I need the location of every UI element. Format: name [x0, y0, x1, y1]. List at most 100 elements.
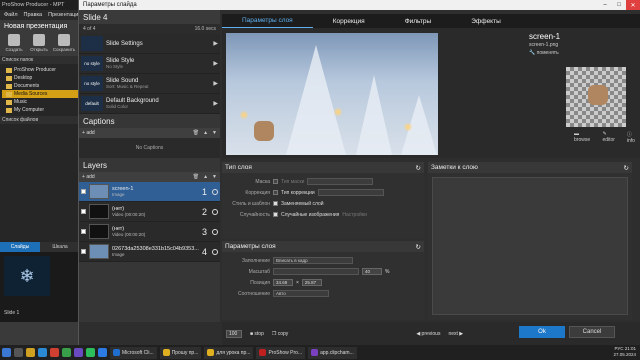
ratio-select[interactable]: Авто: [273, 290, 329, 297]
add-layer-button[interactable]: + add: [82, 174, 95, 180]
layer-number: 3: [202, 226, 208, 237]
previous-button[interactable]: ◀ previous: [416, 331, 440, 337]
slide-settings-row[interactable]: Slide Settings ▶: [79, 34, 220, 54]
ok-button[interactable]: Ok: [519, 326, 565, 338]
up-icon[interactable]: ▲: [203, 130, 208, 136]
save-label: Сохранить: [52, 47, 76, 52]
word-icon[interactable]: [98, 348, 107, 357]
tree-item-documents[interactable]: Documents: [2, 82, 78, 90]
mask-checkbox[interactable]: [273, 179, 278, 184]
editor-button[interactable]: ✎ editor: [602, 131, 618, 144]
new-button[interactable]: Создать: [3, 34, 25, 54]
edge-icon[interactable]: [38, 348, 47, 357]
app-icon[interactable]: [62, 348, 71, 357]
layer-checkbox[interactable]: [81, 249, 86, 254]
app-icon[interactable]: [50, 348, 59, 357]
position-x-input[interactable]: 34.69: [273, 279, 293, 286]
taskbar-app-label: для урока пр...: [216, 349, 251, 356]
notes-textarea[interactable]: [432, 177, 628, 315]
open-button[interactable]: Открыть: [28, 34, 50, 54]
refresh-icon[interactable]: ↻: [624, 164, 629, 172]
start-icon[interactable]: [2, 348, 11, 357]
file-list[interactable]: [0, 124, 80, 242]
tab-filters[interactable]: Фильтры: [385, 14, 452, 28]
eye-icon[interactable]: [212, 208, 218, 215]
mask-select[interactable]: [307, 178, 374, 185]
taskbar-app-label: Microsoft Cli...: [122, 349, 154, 356]
tab-timeline[interactable]: Шкала: [40, 242, 80, 252]
trash-icon[interactable]: 🗑: [193, 130, 199, 136]
layer-row[interactable]: screen-1 Image 1: [79, 182, 220, 202]
down-icon[interactable]: ▼: [212, 174, 217, 180]
random-settings-link[interactable]: Настройки: [342, 212, 367, 218]
folder-icon[interactable]: [26, 348, 35, 357]
add-caption-button[interactable]: + add: [82, 130, 95, 136]
tree-item-media-sources[interactable]: Media Sources: [2, 90, 78, 98]
tab-effects[interactable]: Эффекты: [451, 14, 521, 28]
save-button[interactable]: Сохранить: [53, 34, 75, 54]
copy-button[interactable]: ❐ copy: [272, 331, 288, 337]
up-icon[interactable]: ▲: [203, 174, 208, 180]
info-button[interactable]: ⓘ info: [627, 131, 640, 144]
close-icon[interactable]: ✕: [626, 0, 640, 10]
stop-button[interactable]: ■ stop: [250, 331, 264, 337]
taskbar-app[interactable]: Microsoft Cli...: [110, 346, 157, 359]
taskbar-app[interactable]: ProShow Pro...: [256, 346, 306, 359]
scale-slider[interactable]: [273, 268, 359, 275]
layer-checkbox[interactable]: [81, 229, 86, 234]
scale-input[interactable]: 40: [362, 268, 382, 275]
eye-icon[interactable]: [212, 228, 218, 235]
default-background-row[interactable]: default Default Background Solid Color ▶: [79, 94, 220, 114]
whatsapp-icon[interactable]: [86, 348, 95, 357]
replace-link[interactable]: 🔧 поменять: [529, 50, 559, 56]
zoom-input[interactable]: 100: [226, 329, 242, 338]
taskbar-app[interactable]: для урока пр...: [204, 346, 254, 359]
next-button[interactable]: next ▶: [448, 331, 463, 337]
down-icon[interactable]: ▼: [212, 130, 217, 136]
taskbar-app[interactable]: app.clipcham...: [308, 346, 357, 359]
system-tray[interactable]: РУС 21:01 27.05.2024: [613, 346, 636, 358]
scale-row: Масштаб 40 %: [226, 266, 420, 277]
trash-icon[interactable]: 🗑: [193, 174, 199, 180]
slide-sound-row[interactable]: no style Slide Sound Sort: Music & Repeat…: [79, 74, 220, 94]
panel-title: Тип слоя: [225, 164, 252, 171]
fill-select[interactable]: Вписать в кадр: [273, 257, 353, 264]
tree-item-desktop[interactable]: Desktop: [2, 74, 78, 82]
layer-checkbox[interactable]: [81, 189, 86, 194]
correction-checkbox[interactable]: [273, 190, 278, 195]
eye-icon[interactable]: [212, 188, 218, 195]
cancel-button[interactable]: Cancel: [569, 326, 615, 338]
refresh-icon[interactable]: ↻: [416, 164, 421, 172]
slide-style-row[interactable]: no style Slide Style No Style ▶: [79, 54, 220, 74]
tab-slides[interactable]: Слайды: [0, 242, 40, 252]
tree-item-my-computer[interactable]: My Computer: [2, 106, 78, 114]
main-app-window: ProShow Producer - МРТ Файл Правка Презе…: [0, 0, 81, 345]
eye-icon[interactable]: [212, 248, 218, 255]
layer-row[interactable]: 02673da25308e331b15c04b9353... Image 4: [79, 242, 220, 262]
browse-button[interactable]: ▬ browse: [574, 131, 594, 144]
language-indicator[interactable]: РУС: [614, 346, 623, 351]
tab-correction[interactable]: Коррекция: [313, 14, 385, 28]
slide-preview[interactable]: [226, 33, 438, 155]
refresh-icon[interactable]: ↻: [416, 243, 421, 251]
layer-row[interactable]: (нет) Video (00:00:20) 3: [79, 222, 220, 242]
minimize-icon[interactable]: –: [598, 0, 612, 10]
replaceable-checkbox[interactable]: [273, 201, 278, 206]
layer-row[interactable]: (нет) Video (00:00:20) 2: [79, 202, 220, 222]
maximize-icon[interactable]: □: [612, 0, 626, 10]
random-checkbox[interactable]: [273, 212, 278, 217]
app-icon[interactable]: [74, 348, 83, 357]
position-y-input[interactable]: 25.87: [301, 279, 322, 286]
menu-edit[interactable]: Правка: [24, 12, 43, 18]
menu-show[interactable]: Презентация: [48, 12, 81, 18]
tree-item-proshow[interactable]: ProShow Producer: [2, 66, 78, 74]
menu-file[interactable]: Файл: [4, 12, 18, 18]
correction-select[interactable]: [317, 189, 384, 196]
slide-duration[interactable]: 16.0 secs: [195, 26, 216, 32]
slide-thumbnail[interactable]: ❄: [4, 256, 50, 296]
layer-checkbox[interactable]: [81, 209, 86, 214]
search-icon[interactable]: [14, 348, 23, 357]
tree-item-music[interactable]: Music: [2, 98, 78, 106]
tab-layer-settings[interactable]: Параметры слоя: [222, 14, 313, 28]
taskbar-app[interactable]: Прошу пр...: [159, 346, 202, 359]
